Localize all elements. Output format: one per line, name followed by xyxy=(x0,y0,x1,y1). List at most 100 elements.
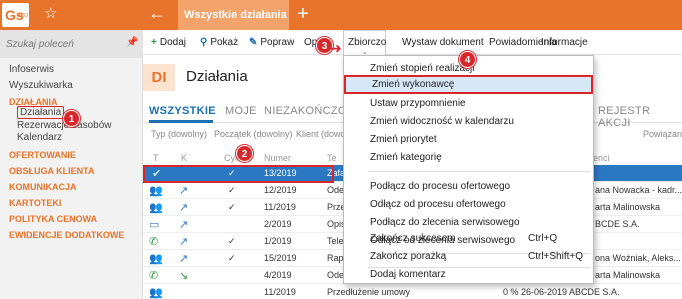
row-client: ona Woźniak, Aleks... xyxy=(595,253,681,263)
menu-item-label: Ustaw przypomnienie xyxy=(370,98,466,109)
bulk-actions-button[interactable]: Zbiorczo ⌄ xyxy=(343,30,386,56)
command-search: 📌 xyxy=(0,30,143,58)
sidebar-item-dzialania[interactable]: Działania xyxy=(17,106,65,119)
row-number: 1/2019 xyxy=(264,236,292,246)
bulk-actions-label: Zbiorczo xyxy=(348,37,387,48)
app-top-bar: Gs PRO ☆ ← Wszystkie działania + xyxy=(0,0,682,30)
app-logo[interactable]: Gs PRO xyxy=(2,3,29,27)
filter-powiazani[interactable]: Powiązani xyxy=(643,129,682,139)
menu-item-detach-offer[interactable]: Odłącz od procesu ofertowego xyxy=(344,195,593,214)
arrow-out-icon: ↗ xyxy=(179,219,189,231)
show-button[interactable]: ⚲ Pokaż xyxy=(200,37,238,48)
sidebar-section-ewidencje[interactable]: EWIDENCJE DODATKOWE xyxy=(9,230,124,240)
filter-poczatek[interactable]: Początek (dowolny) xyxy=(214,129,293,139)
menu-item-change-priority[interactable]: Zmień priorytet xyxy=(344,130,593,149)
menu-item-finish-failure[interactable]: Zakończ porażką Ctrl+Shift+Q xyxy=(344,247,593,266)
meeting-icon: 👥 xyxy=(149,185,163,197)
tab-wszystkie[interactable]: WSZYSTKIE xyxy=(149,105,216,117)
menu-item-label: Zakończ porażką xyxy=(370,251,447,262)
add-label: Dodaj xyxy=(159,37,186,48)
menu-item-label: Podłącz do procesu ofertowego xyxy=(370,181,511,192)
module-badge: DI xyxy=(143,64,175,91)
phone-icon: ✆ xyxy=(149,270,159,282)
row-client: ana Nowacka - kadr... xyxy=(595,185,682,195)
cyclic-check: ✓ xyxy=(228,236,236,246)
filter-typ[interactable]: Typ (dowolny) xyxy=(151,129,207,139)
star-outline-icon[interactable]: ☆ xyxy=(44,5,57,23)
tab-rejestr-akcji[interactable]: REJESTR AKCJI xyxy=(598,105,682,129)
arrow-out-icon: ↗ xyxy=(179,236,189,248)
table-row[interactable]: 👥 11/2019 Przedłużenie umowy 0 % 26-06-2… xyxy=(143,284,682,299)
info-button[interactable]: Informacje xyxy=(541,37,588,48)
plus-icon[interactable]: + xyxy=(297,2,309,26)
plus-icon: + xyxy=(151,37,157,48)
arrow-out-icon: ↗ xyxy=(179,185,189,197)
menu-item-label: Zmień wykonawcę xyxy=(372,79,455,90)
sidebar-item-wyszukiwarka[interactable]: Wyszukiwarka xyxy=(9,80,73,91)
page-title: Działania xyxy=(186,68,248,85)
edit-button[interactable]: ✎ Popraw xyxy=(249,37,294,48)
menu-item-set-reminder[interactable]: Ustaw przypomnienie xyxy=(344,94,593,113)
menu-item-label: Podłącz do zlecenia serwisowego xyxy=(370,217,520,228)
active-tab-indicator xyxy=(149,120,213,123)
meeting-icon: 👥 xyxy=(149,202,163,214)
arrow-out-icon: ↗ xyxy=(179,202,189,214)
menu-item-label: Zmień stopień realizacji xyxy=(370,63,475,74)
arrow-out-icon: ↗ xyxy=(179,253,189,265)
sidebar-item-infoserwis[interactable]: Infoserwis xyxy=(9,64,54,75)
menu-item-label: Odłącz od procesu ofertowego xyxy=(370,199,506,210)
issue-document-button[interactable]: Wystaw dokument xyxy=(402,37,484,48)
tab-wszystkie-dzialania[interactable]: Wszystkie działania xyxy=(178,0,289,30)
callout-badge-2: 2 xyxy=(236,145,253,162)
cyclic-check: ✓ xyxy=(228,253,236,263)
callout-arrow: ➜ xyxy=(330,40,342,56)
row-number: 12/2019 xyxy=(264,185,297,195)
sidebar-section-kartoteki[interactable]: KARTOTEKI xyxy=(9,198,61,208)
row-number: 11/2019 xyxy=(264,287,296,297)
row-client: 0 % 26-06-2019 ABCDE S.A. xyxy=(503,287,620,297)
row-title: Tele xyxy=(327,236,344,246)
callout-badge-1: 1 xyxy=(63,110,80,127)
arrow-in-icon: ↘ xyxy=(179,270,189,282)
add-button[interactable]: + Dodaj xyxy=(151,37,186,48)
meeting-icon: 👥 xyxy=(149,253,163,265)
column-header-k[interactable]: K xyxy=(181,153,187,163)
sidebar-section-obsluga-klienta[interactable]: OBSŁUGA KLIENTA xyxy=(9,166,95,176)
sidebar-item-label: Działania xyxy=(17,106,65,119)
command-search-input[interactable] xyxy=(6,36,116,52)
show-label: Pokaż xyxy=(210,37,239,48)
column-header-te[interactable]: Te xyxy=(327,153,337,163)
row-client: arta Malinowska xyxy=(595,202,661,212)
sidebar-section-ofertowanie[interactable]: OFERTOWANIE xyxy=(9,150,76,160)
menu-item-label: Dodaj komentarz xyxy=(370,269,446,280)
column-header-enci[interactable]: enci xyxy=(593,153,610,163)
menu-item-label: Zmień kategorię xyxy=(370,152,442,163)
sidebar-section-polityka-cenowa[interactable]: POLITYKA CENOWA xyxy=(9,214,97,224)
row-number: 15/2019 xyxy=(264,253,297,263)
menu-item-change-category[interactable]: Zmień kategorię xyxy=(344,148,593,167)
column-header-t[interactable]: T xyxy=(153,153,159,163)
pencil-icon: ✎ xyxy=(249,37,258,48)
selected-row-highlight xyxy=(143,165,334,183)
menu-item-calendar-visibility[interactable]: Zmień widoczność w kalendarzu xyxy=(344,112,593,131)
column-header-numer[interactable]: Numer xyxy=(264,153,291,163)
sidebar-item-kalendarz[interactable]: Kalendarz xyxy=(17,132,62,143)
sidebar-section-komunikacja[interactable]: KOMUNIKACJA xyxy=(9,182,77,192)
menu-separator xyxy=(368,171,590,172)
row-client: arta Malinowska xyxy=(595,270,661,280)
menu-item-shortcut: Ctrl+Q xyxy=(528,233,558,244)
sidebar: 📌 Infoserwis Wyszukiwarka DZIAŁANIA Dzia… xyxy=(0,30,143,299)
row-number: 11/2019 xyxy=(264,202,296,212)
menu-item-label: Zmień widoczność w kalendarzu xyxy=(370,116,514,127)
row-title: Przedłużenie umowy xyxy=(327,287,411,297)
callout-badge-4: 4 xyxy=(459,51,476,68)
pin-icon[interactable]: 📌 xyxy=(126,37,138,48)
tab-moje[interactable]: MOJE xyxy=(225,105,257,117)
row-number: 4/2019 xyxy=(264,270,292,280)
menu-item-add-comment[interactable]: Dodaj komentarz xyxy=(344,265,593,284)
toolbar: + Dodaj ⚲ Pokaż ✎ Popraw Op Wystaw dokument… xyxy=(143,30,682,55)
menu-item-finish-success[interactable]: Zakończ sukcesem Ctrl+Q xyxy=(344,229,593,248)
menu-item-attach-offer[interactable]: Podłącz do procesu ofertowego xyxy=(344,177,593,196)
menu-item-change-assignee[interactable]: Zmień wykonawcę xyxy=(344,75,593,94)
arrow-left-icon[interactable]: ← xyxy=(148,3,166,23)
